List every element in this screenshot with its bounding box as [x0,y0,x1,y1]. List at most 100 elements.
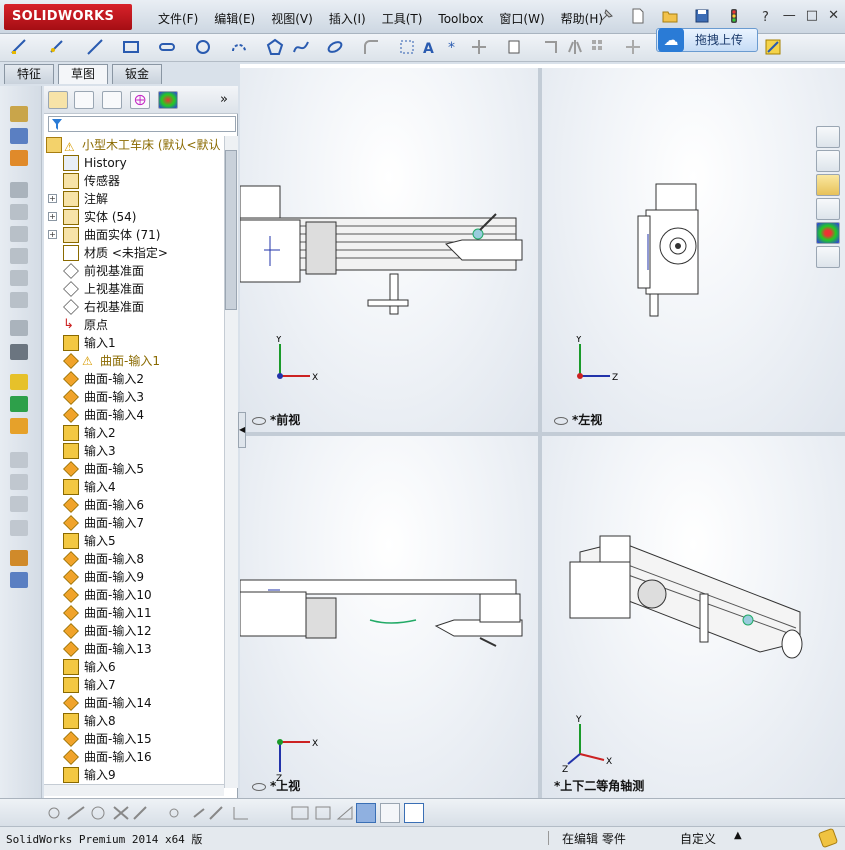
sketch-grid-icon[interactable] [380,803,400,823]
tree-item[interactable]: ⚠ 曲面-输入1 [44,352,224,370]
viewport-horizontal-splitter[interactable] [240,432,845,436]
save-icon[interactable] [694,8,710,24]
text-icon[interactable]: A [420,38,438,56]
tree-item[interactable]: + 注解 [44,190,224,208]
menu-insert[interactable]: 插入(I) [321,10,374,28]
graphics-area[interactable]: ◫ ◫ — ❐ ✕ Y X *前视 [240,64,845,798]
units-dropdown-icon[interactable]: ▲ [734,830,742,841]
tree-item[interactable]: 曲面-输入5 [44,460,224,478]
cut-icon[interactable] [10,226,28,242]
expand-toggle-icon[interactable]: + [48,212,57,221]
appearances-icon[interactable] [816,222,840,244]
tree-item[interactable]: 前视基准面 [44,262,224,280]
tree-scroll-thumb[interactable] [225,150,237,310]
fillet-feature-icon[interactable] [10,248,28,264]
intersect-icon[interactable] [10,496,28,512]
mirror-icon[interactable] [566,38,584,56]
arc-icon[interactable] [230,38,248,56]
reference-geometry-icon[interactable] [10,374,28,390]
cloud-upload-icon[interactable]: ☁ [658,28,684,52]
tree-item[interactable]: 曲面-输入10 [44,586,224,604]
property-manager-tab-icon[interactable] [74,91,94,109]
display-manager-tab-icon[interactable] [158,91,178,109]
tab-features[interactable]: 特征 [4,64,55,84]
tree-item[interactable]: 输入1 [44,334,224,352]
convert-entities-icon[interactable] [506,38,524,56]
tree-item[interactable]: 曲面-输入4 [44,406,224,424]
offset-icon[interactable] [542,38,560,56]
expand-panel-icon[interactable]: » [220,92,228,107]
dimxpert-tab-icon[interactable]: ⨁ [130,91,150,109]
curves-icon[interactable] [10,396,28,412]
wrap-icon[interactable] [10,452,28,468]
solidworks-logo[interactable]: SOLIDWORKS [4,4,132,30]
tree-item[interactable]: 上视基准面 [44,280,224,298]
tree-item[interactable]: 材质 <未指定> [44,244,224,262]
status-units[interactable]: 自定义 [680,830,716,847]
tree-item[interactable]: 曲面-输入2 [44,370,224,388]
tree-item[interactable]: 传感器 [44,172,224,190]
tree-item[interactable]: 右视基准面 [44,298,224,316]
shell-icon[interactable] [10,320,28,336]
tree-item[interactable]: + 曲面实体 (71) [44,226,224,244]
loft-icon[interactable] [10,182,28,198]
tree-item[interactable]: 输入7 [44,676,224,694]
circle-icon[interactable] [194,38,212,56]
menu-window[interactable]: 窗口(W) [491,10,552,28]
maximize-icon[interactable]: □ [806,8,818,23]
viewport-isometric[interactable]: Y X Z *上下二等角轴测 [542,436,845,798]
tree-item[interactable]: 输入6 [44,658,224,676]
viewport-front[interactable]: Y X *前视 [240,68,538,432]
revolve-icon[interactable] [10,128,28,144]
shaded-sketch-contours-icon[interactable] [356,803,376,823]
view-palette-icon[interactable] [816,198,840,220]
sweep-icon[interactable] [10,150,28,166]
line-icon[interactable] [86,38,104,56]
chamfer-icon[interactable] [10,270,28,286]
fillet-icon[interactable] [362,38,380,56]
plane-sketch-icon[interactable] [398,38,416,56]
menu-file[interactable]: 文件(F) [150,10,206,28]
panel-collapse-handle[interactable]: ◀ [238,412,246,448]
viewport-left[interactable]: Y Z *左视 [542,68,845,432]
solidworks-resources-icon[interactable] [816,126,840,148]
polygon-icon[interactable] [266,38,284,56]
split-icon[interactable] [10,520,28,536]
tree-item[interactable]: 曲面-输入12 [44,622,224,640]
extrude-icon[interactable] [10,106,28,122]
feature-tree-tab-icon[interactable] [48,91,68,109]
close-icon[interactable]: ✕ [828,8,839,23]
pin-icon[interactable] [598,8,614,24]
expand-toggle-icon[interactable]: + [48,230,57,239]
tree-item[interactable]: ↳ 原点 [44,316,224,334]
linear-pattern-icon[interactable] [590,38,608,56]
rectangle-icon[interactable] [122,38,140,56]
menu-toolbox[interactable]: Toolbox [430,10,491,28]
menu-view[interactable]: 视图(V) [263,10,321,28]
configuration-manager-tab-icon[interactable] [102,91,122,109]
new-document-icon[interactable] [630,8,646,24]
ellipse-icon[interactable] [326,38,344,56]
tree-item[interactable]: 输入5 [44,532,224,550]
instant3d-icon[interactable] [10,418,28,434]
spline-icon[interactable] [292,38,310,56]
tree-item[interactable]: 曲面-输入3 [44,388,224,406]
tree-item[interactable]: 曲面-输入11 [44,604,224,622]
tree-root[interactable]: ⚠ 小型木工车床 (默认<默认 [44,136,224,154]
trim-icon[interactable] [470,38,488,56]
tab-sheet-metal[interactable]: 钣金 [112,64,163,84]
minimize-icon[interactable]: — [783,8,796,23]
tree-item[interactable]: 曲面-输入7 [44,514,224,532]
point-icon[interactable]: * [444,38,462,56]
tree-item[interactable]: 输入8 [44,712,224,730]
tree-filter-input[interactable] [48,116,236,132]
help-icon[interactable]: ? [758,8,774,24]
rib-icon[interactable] [10,292,28,308]
tree-item[interactable]: 输入3 [44,442,224,460]
tree-item[interactable]: 曲面-输入13 [44,640,224,658]
sketch-icon[interactable] [10,38,28,56]
tree-horizontal-scrollbar[interactable] [44,784,224,796]
tree-item[interactable]: + 实体 (54) [44,208,224,226]
open-folder-icon[interactable] [662,8,678,24]
move-entities-icon[interactable] [624,38,642,56]
